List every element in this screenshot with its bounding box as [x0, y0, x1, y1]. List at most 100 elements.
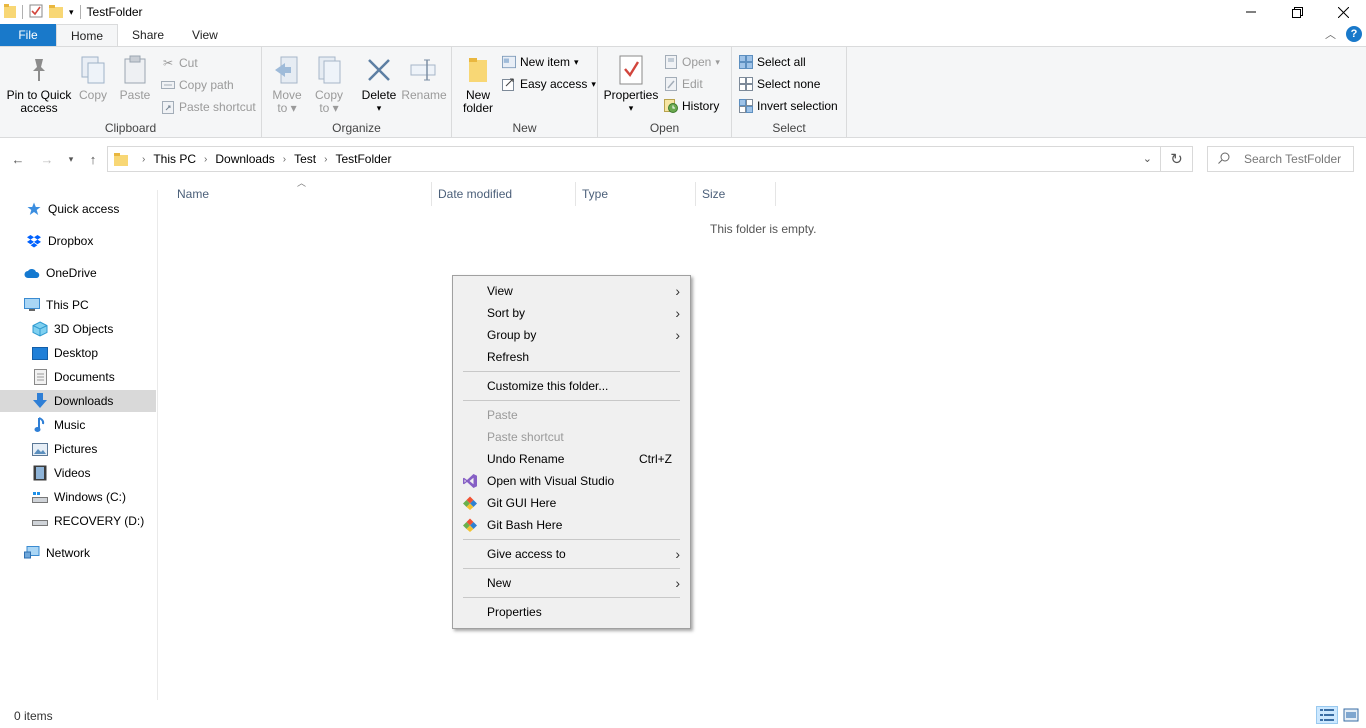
sidebar-item-recovery-d[interactable]: RECOVERY (D:) — [0, 510, 156, 532]
properties-dropdown-icon[interactable]: ▾ — [629, 102, 634, 115]
large-icons-view-button[interactable] — [1340, 706, 1362, 724]
select-none-button[interactable]: Select none — [739, 74, 820, 94]
properties-icon[interactable] — [29, 4, 43, 21]
new-folder-button[interactable]: New folder — [460, 53, 496, 115]
menu-item-paste-shortcut[interactable]: Paste shortcut — [453, 426, 690, 448]
tab-file[interactable]: File — [0, 24, 56, 46]
up-button[interactable]: ↑ — [84, 150, 102, 168]
tab-view[interactable]: View — [178, 24, 232, 46]
new-folder-icon[interactable] — [49, 4, 63, 21]
history-button[interactable]: History — [664, 96, 719, 116]
sidebar-item-label: Dropbox — [48, 234, 94, 248]
recent-locations-button[interactable]: ▾ — [62, 150, 80, 168]
sidebar-item-pictures[interactable]: Pictures — [0, 438, 156, 460]
window-title: TestFolder — [86, 5, 143, 19]
sidebar-item-dropbox[interactable]: Dropbox — [0, 230, 156, 252]
delete-button[interactable]: Delete ▾ — [360, 53, 398, 115]
tab-share[interactable]: Share — [118, 24, 178, 46]
menu-item-new[interactable]: New › — [453, 572, 690, 594]
breadcrumb-chevron-icon[interactable]: › — [283, 154, 286, 165]
sidebar-item-windows-c[interactable]: Windows (C:) — [0, 486, 156, 508]
search-input[interactable]: Search TestFolder — [1207, 146, 1354, 172]
breadcrumb-this-pc[interactable]: This PC — [153, 152, 196, 166]
refresh-button[interactable]: ↻ — [1161, 146, 1193, 172]
column-header-date-modified[interactable]: Date modified — [432, 182, 576, 206]
new-item-button[interactable]: New item ▾ — [502, 52, 579, 72]
menu-separator — [463, 597, 680, 598]
address-dropdown-icon[interactable]: ⌄ — [1143, 152, 1152, 165]
sidebar-item-desktop[interactable]: Desktop — [0, 342, 156, 364]
sidebar-item-this-pc[interactable]: This PC — [0, 294, 156, 316]
customize-dropdown-icon[interactable]: ▾ — [69, 7, 74, 18]
minimize-button[interactable] — [1228, 0, 1274, 24]
cut-button[interactable]: ✂ Cut — [161, 53, 198, 73]
copy-path-button[interactable]: Copy path — [161, 75, 234, 95]
copy-to-button[interactable]: Copy to ▾ — [312, 53, 346, 115]
sidebar-item-3d-objects[interactable]: 3D Objects — [0, 318, 156, 340]
menu-item-group-by[interactable]: Group by › — [453, 324, 690, 346]
open-label: Open — [682, 55, 712, 69]
close-button[interactable] — [1320, 0, 1366, 24]
back-button[interactable]: ← — [9, 150, 27, 168]
menu-item-label: Properties — [487, 605, 542, 619]
column-header-size[interactable]: Size — [696, 182, 776, 206]
minimize-ribbon-icon[interactable]: ︿ — [1325, 26, 1336, 42]
sidebar-item-downloads[interactable]: Downloads — [0, 390, 156, 412]
copy-button[interactable]: Copy — [76, 53, 110, 102]
breadcrumb-testfolder[interactable]: TestFolder — [335, 152, 391, 166]
move-to-button[interactable]: Move to ▾ — [270, 53, 304, 115]
delete-dropdown-icon[interactable]: ▾ — [377, 102, 382, 115]
new-folder-label-line2: folder — [462, 101, 494, 115]
sidebar-item-quick-access[interactable]: Quick access — [0, 198, 156, 220]
menu-item-label: Give access to — [487, 547, 566, 561]
open-button[interactable]: Open ▾ — [664, 52, 720, 72]
copy-to-label-text: to — [319, 101, 330, 115]
restore-button[interactable] — [1274, 0, 1320, 24]
breadcrumb-test[interactable]: Test — [294, 152, 316, 166]
pin-to-quick-access-button[interactable]: Pin to Quick access — [6, 53, 72, 115]
breadcrumb-chevron-icon[interactable]: › — [324, 154, 327, 165]
edit-button[interactable]: Edit — [664, 74, 703, 94]
menu-item-refresh[interactable]: Refresh — [453, 346, 690, 368]
paste-button[interactable]: Paste — [116, 53, 154, 102]
menu-item-sort-by[interactable]: Sort by › — [453, 302, 690, 324]
sidebar-item-music[interactable]: Music — [0, 414, 156, 436]
breadcrumb-chevron-icon[interactable]: › — [204, 154, 207, 165]
tab-home[interactable]: Home — [56, 24, 119, 46]
drive-icon — [32, 513, 48, 529]
address-bar[interactable]: › This PC › Downloads › Test › TestFolde… — [107, 146, 1161, 172]
sidebar-item-videos[interactable]: Videos — [0, 462, 156, 484]
details-view-button[interactable] — [1316, 706, 1338, 724]
forward-button[interactable]: → — [38, 150, 56, 168]
visual-studio-icon — [462, 473, 478, 489]
menu-item-properties[interactable]: Properties — [453, 601, 690, 623]
group-label-new: New — [512, 121, 537, 135]
column-header-name[interactable]: Name — [171, 182, 432, 206]
sidebar-item-documents[interactable]: Documents — [0, 366, 156, 388]
paste-shortcut-button[interactable]: Paste shortcut — [161, 97, 256, 117]
menu-item-undo-rename[interactable]: Undo Rename Ctrl+Z — [453, 448, 690, 470]
invert-selection-button[interactable]: Invert selection — [739, 96, 838, 116]
help-icon[interactable]: ? — [1346, 26, 1362, 42]
menu-item-git-gui-here[interactable]: Git GUI Here — [453, 492, 690, 514]
sidebar-item-network[interactable]: Network — [0, 542, 156, 564]
menu-item-open-with-visual-studio[interactable]: Open with Visual Studio — [453, 470, 690, 492]
menu-item-paste[interactable]: Paste — [453, 404, 690, 426]
breadcrumb-chevron-icon[interactable]: › — [142, 154, 145, 165]
forward-arrow-icon: → — [40, 151, 54, 167]
menu-item-git-bash-here[interactable]: Git Bash Here — [453, 514, 690, 536]
properties-button[interactable]: Properties ▾ — [604, 53, 658, 115]
new-item-dropdown-icon: ▾ — [574, 56, 579, 67]
rename-button[interactable]: Rename — [401, 53, 447, 102]
menu-item-view[interactable]: View › — [453, 280, 690, 302]
download-icon — [32, 393, 48, 409]
menu-item-customize-folder[interactable]: Customize this folder... — [453, 375, 690, 397]
column-header-type[interactable]: Type — [576, 182, 696, 206]
select-all-button[interactable]: Select all — [739, 52, 806, 72]
breadcrumb-downloads[interactable]: Downloads — [215, 152, 274, 166]
chevron-right-icon: › — [675, 546, 680, 562]
sidebar-item-onedrive[interactable]: OneDrive — [0, 262, 156, 284]
easy-access-button[interactable]: Easy access ▾ — [502, 74, 596, 94]
invert-selection-icon — [739, 99, 753, 113]
menu-item-give-access-to[interactable]: Give access to › — [453, 543, 690, 565]
